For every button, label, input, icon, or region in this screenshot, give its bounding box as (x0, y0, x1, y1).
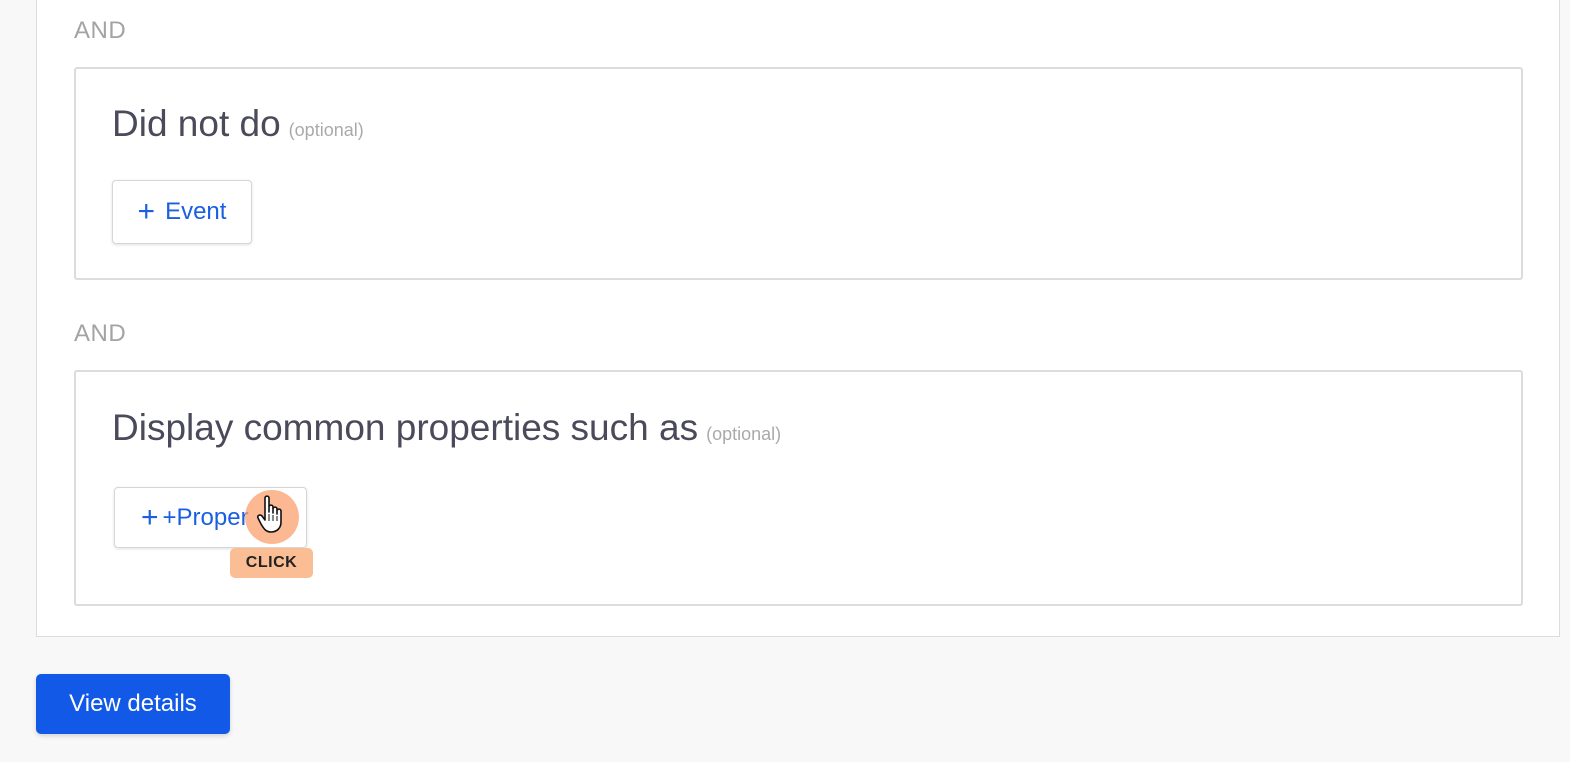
hand-pointer-icon (257, 495, 282, 533)
optional-label: (optional) (706, 424, 782, 444)
and-connector: AND (74, 17, 127, 44)
plus-icon: + (141, 500, 159, 534)
common-properties-title: Display common properties such as (112, 407, 699, 448)
click-indicator: CLICK (230, 548, 313, 578)
did-not-do-section: Did not do (optional) + Event (74, 67, 1523, 280)
add-event-label: Event (165, 198, 227, 225)
add-event-button[interactable]: + Event (112, 180, 252, 244)
and-connector: AND (74, 320, 127, 347)
plus-icon: + (137, 195, 156, 228)
section-title: Display common properties such as (option… (112, 407, 781, 449)
optional-label: (optional) (288, 120, 364, 140)
did-not-do-title: Did not do (112, 103, 281, 144)
add-property-label: +Proper (162, 503, 249, 531)
view-details-button[interactable]: View details (36, 674, 230, 734)
section-title: Did not do (optional) (112, 103, 364, 145)
